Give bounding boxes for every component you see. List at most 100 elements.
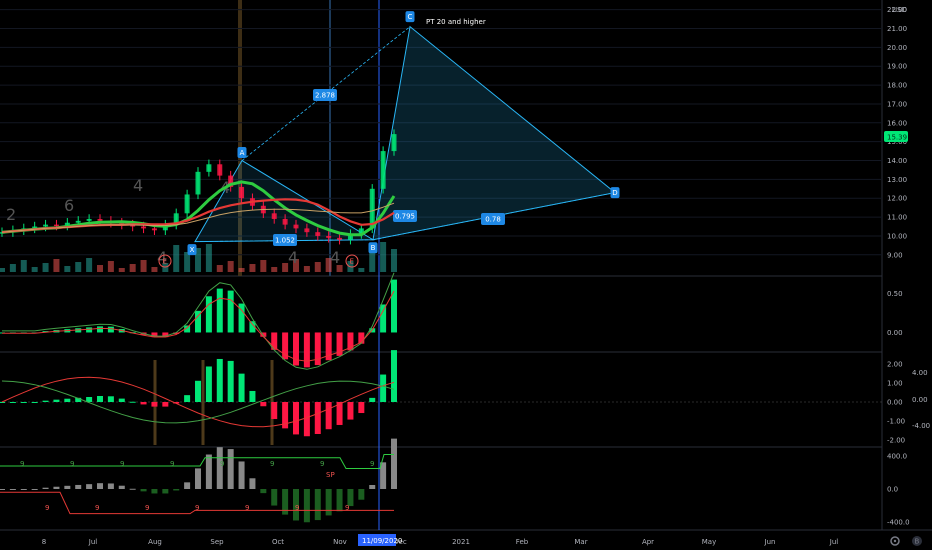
osc-histogram-bar [205, 366, 212, 402]
price-axis-tick: 18.00 [887, 82, 907, 90]
price-candle-body [184, 194, 190, 214]
time-axis-tick: Aug [148, 538, 162, 546]
signals-histogram-bar [369, 484, 376, 489]
signals-histogram-bar [184, 482, 191, 489]
osc-histogram-bar [31, 402, 38, 403]
volume-bar [31, 267, 38, 272]
earnings-marker-label: E [350, 258, 354, 266]
volume-bar [0, 268, 5, 272]
macd-histogram-bar [107, 326, 114, 333]
signal-count-mark: 9 [170, 460, 174, 468]
signals-histogram-bar [205, 454, 212, 489]
time-axis-tick: Jul [88, 538, 98, 546]
signal-count-mark: 9 [195, 504, 199, 512]
price-candle-body [53, 224, 59, 227]
price-axis-tick: 14.00 [887, 157, 907, 165]
signals-histogram-bar [129, 488, 136, 490]
price-axis-tick: 19.00 [887, 63, 907, 71]
time-axis-tick: Feb [516, 538, 529, 546]
time-axis-tick: Jun [764, 538, 776, 546]
wave-count-label: 6 [64, 196, 74, 215]
price-candle-body [315, 232, 321, 236]
osc-histogram-bar [140, 402, 147, 405]
price-candle-body [337, 237, 343, 240]
time-axis-tick: Jul [829, 538, 839, 546]
macd-axis-tick: 0.00 [887, 329, 903, 337]
pattern-ratio-label: 0.78 [485, 216, 501, 224]
signals-histogram-bar [0, 489, 5, 490]
time-axis-tick: Apr [642, 538, 654, 546]
volume-bar [129, 264, 136, 272]
pattern-ratio-label: 2.878 [315, 92, 335, 100]
osc-histogram-bar [118, 398, 125, 402]
signals-histogram-bar [75, 484, 82, 489]
price-candle-body [195, 171, 201, 195]
volume-bar [151, 267, 158, 272]
macd-histogram-bar [391, 279, 397, 333]
osc-secondary-tick: 4.00 [912, 369, 928, 377]
volume-bar [42, 263, 49, 272]
chart-canvas[interactable]: X A B C D 2.878 1.052 0.795 0.78 PT 20 and higher… [0, 0, 932, 550]
osc-histogram-bar [151, 402, 158, 407]
osc-axis-tick: -2.00 [887, 437, 905, 445]
macd-histogram-bar [97, 326, 103, 333]
wave-count-label: 4 [288, 248, 298, 267]
volume-bar [20, 260, 27, 272]
pattern-point-label: B [371, 244, 376, 252]
volume-bar [249, 264, 256, 272]
price-candle-body [97, 218, 103, 221]
osc-axis-tick: -1.00 [887, 418, 905, 426]
price-candle-body [206, 164, 212, 172]
volume-bar [358, 268, 365, 272]
signals-histogram-bar [9, 489, 16, 490]
signal-count-mark: 9 [270, 460, 274, 468]
osc-histogram-bar [260, 402, 267, 407]
signals-axis-tick: -400.0 [887, 518, 910, 526]
signal-count-mark: 9 [70, 460, 74, 468]
price-candle-body [217, 164, 223, 176]
signals-histogram-bar [238, 461, 245, 489]
volume-bar [64, 266, 71, 272]
price-axis-tick: 21.00 [887, 25, 907, 33]
osc-histogram-bar [20, 402, 27, 403]
signal-count-mark: 9 [145, 504, 149, 512]
pattern-point-label: A [240, 149, 245, 157]
volume-bar [140, 260, 147, 272]
currency-label: USD [892, 6, 907, 14]
wave-count-label: 2 [6, 205, 16, 224]
signals-histogram-bar [227, 449, 234, 489]
signals-histogram-bar [314, 489, 321, 521]
time-axis-tick: May [702, 538, 716, 546]
volume-bar [107, 261, 114, 272]
signals-histogram-bar [303, 489, 310, 523]
pattern-ratio-label: 0.795 [395, 213, 415, 221]
price-candle-body [43, 224, 49, 227]
signal-count-mark: 9 [345, 504, 349, 512]
osc-histogram-bar [195, 380, 201, 402]
osc-histogram-bar [238, 373, 245, 402]
signal-sp-label: SP [326, 471, 335, 479]
time-axis[interactable]: 8 Jul Aug Sep Oct Nov Dec 2021 Feb Mar Apr May Jun Ju… [42, 538, 839, 546]
crosshair-date: 11/09/2020 [362, 537, 402, 545]
signals-histogram-bar [42, 487, 49, 489]
osc-axis-tick: 1.00 [887, 379, 903, 387]
price-candle-body [391, 134, 397, 152]
volume-bar [118, 268, 125, 272]
osc-axis-tick: 0.00 [887, 399, 903, 407]
signals-histogram-bar [336, 489, 343, 512]
last-price-value: 15.39 [887, 134, 907, 142]
price-axis-tick: 17.00 [887, 100, 907, 108]
price-candle-body [304, 228, 310, 233]
volume-bar [205, 244, 212, 272]
volume-bar [53, 259, 60, 272]
time-axis-tick: Sep [210, 538, 224, 546]
gear-icon[interactable] [890, 536, 900, 546]
signal-count-mark: 9 [20, 460, 24, 468]
volume-bar [97, 265, 103, 272]
volume-bar [75, 262, 82, 272]
volume-bar [314, 262, 321, 272]
volume-bar [227, 261, 234, 272]
tradingview-logo-icon[interactable]: B [912, 536, 922, 546]
price-axis-tick: 20.00 [887, 44, 907, 52]
macd-histogram-bar [303, 332, 310, 368]
